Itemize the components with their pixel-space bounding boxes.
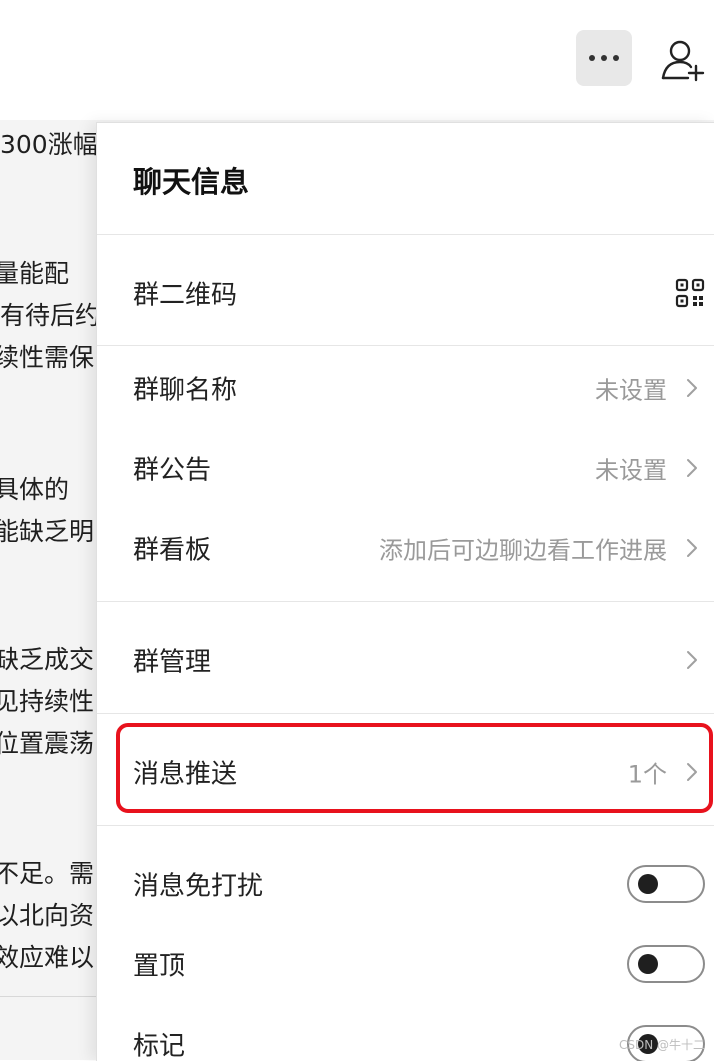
group-announcement-row[interactable]: 群公告 未设置 bbox=[97, 438, 714, 498]
more-options-button[interactable] bbox=[576, 30, 632, 86]
more-horizontal-icon bbox=[589, 55, 595, 61]
divider bbox=[97, 825, 714, 826]
chat-line: 不足。需 bbox=[0, 854, 94, 890]
toggle-knob bbox=[638, 954, 658, 974]
chat-line: 位置震荡 bbox=[0, 724, 94, 760]
highlight-box bbox=[116, 723, 713, 813]
toggle-knob bbox=[638, 874, 658, 894]
more-dot bbox=[601, 55, 607, 61]
pin-chat-toggle[interactable] bbox=[627, 945, 705, 983]
chevron-right-icon bbox=[685, 377, 699, 399]
chat-line: 缺乏成交 bbox=[0, 640, 94, 676]
mute-notifications-row: 消息免打扰 bbox=[97, 854, 714, 914]
panel-title: 聊天信息 bbox=[133, 159, 249, 201]
divider bbox=[97, 713, 714, 714]
qr-code-label: 群二维码 bbox=[133, 275, 237, 312]
group-announcement-label: 群公告 bbox=[133, 450, 211, 487]
chat-line: 能缺乏明 bbox=[0, 512, 94, 548]
group-name-row[interactable]: 群聊名称 未设置 bbox=[97, 358, 714, 418]
qr-code-icon bbox=[675, 278, 705, 308]
mute-notifications-label: 消息免打扰 bbox=[133, 866, 263, 903]
chevron-right-icon bbox=[685, 457, 699, 479]
chat-line: 续性需保 bbox=[0, 338, 94, 374]
chevron-right-icon bbox=[685, 649, 699, 671]
chat-line: 具体的 bbox=[0, 470, 69, 506]
chevron-right-icon bbox=[685, 537, 699, 559]
chat-line: 效应难以 bbox=[0, 938, 94, 974]
watermark: CSDN @牛十二 bbox=[619, 1036, 705, 1053]
chat-info-panel: 聊天信息 群二维码 群聊名称 未设置 群公告 未设置 群看板 添加后可边聊边看 bbox=[96, 122, 714, 1061]
pin-chat-label: 置顶 bbox=[133, 946, 185, 983]
divider bbox=[97, 234, 714, 235]
chat-line: 以北向资 bbox=[0, 896, 94, 932]
chat-line: 见持续性 bbox=[0, 682, 94, 718]
group-board-value: 添加后可边聊边看工作进展 bbox=[379, 531, 667, 566]
chat-divider bbox=[0, 996, 96, 997]
group-announcement-value: 未设置 bbox=[595, 451, 667, 486]
divider bbox=[97, 345, 714, 346]
chat-line: 有待后约 bbox=[0, 296, 100, 332]
more-dot bbox=[613, 55, 619, 61]
divider bbox=[97, 601, 714, 602]
group-name-label: 群聊名称 bbox=[133, 370, 237, 407]
mark-chat-label: 标记 bbox=[133, 1026, 185, 1061]
add-member-icon[interactable] bbox=[658, 38, 706, 82]
chat-line: 量能配 bbox=[0, 254, 69, 290]
chat-line: 300涨幅 bbox=[0, 125, 98, 161]
mute-notifications-toggle[interactable] bbox=[627, 865, 705, 903]
top-bar bbox=[0, 0, 714, 120]
group-management-label: 群管理 bbox=[133, 642, 211, 679]
group-name-value: 未设置 bbox=[595, 371, 667, 406]
group-management-row[interactable]: 群管理 bbox=[97, 630, 714, 690]
group-board-label: 群看板 bbox=[133, 530, 211, 567]
group-board-row[interactable]: 群看板 添加后可边聊边看工作进展 bbox=[97, 518, 714, 578]
pin-chat-row: 置顶 bbox=[97, 934, 714, 994]
qr-code-row[interactable]: 群二维码 bbox=[97, 263, 714, 323]
